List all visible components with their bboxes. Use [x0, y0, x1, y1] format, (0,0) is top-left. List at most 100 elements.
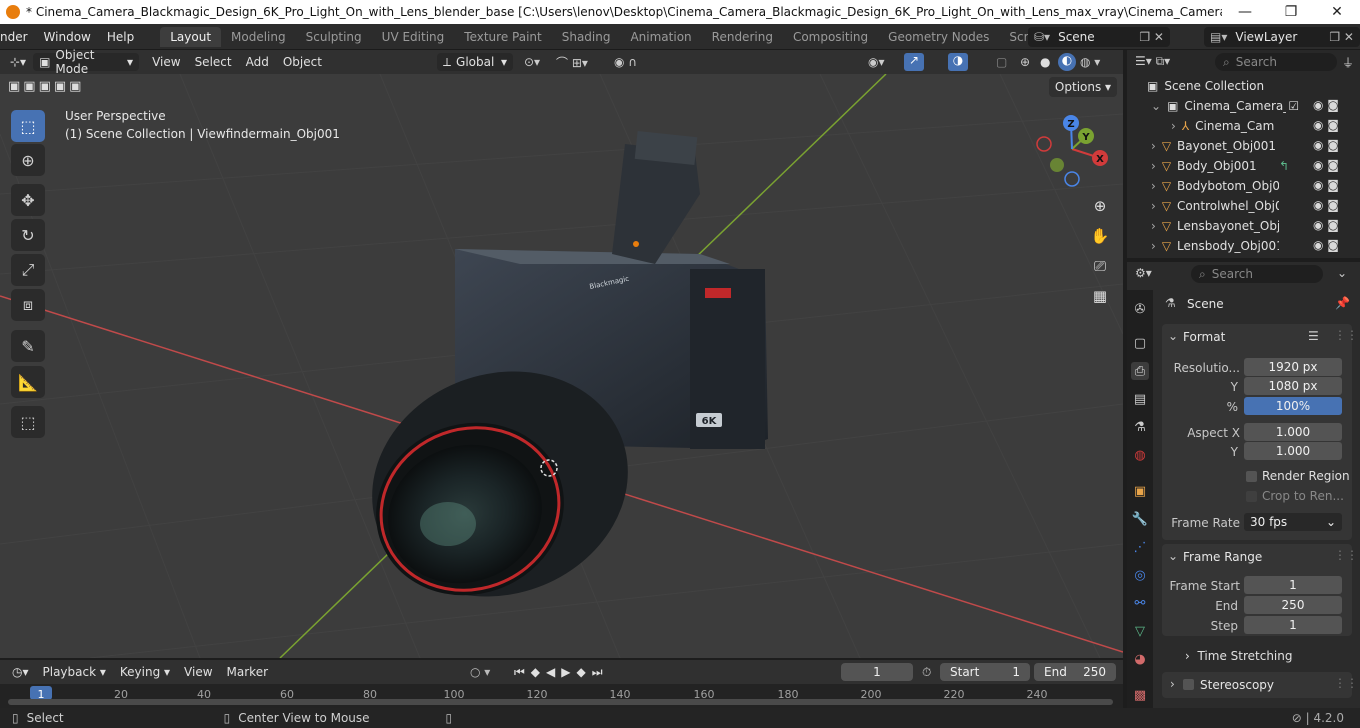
constraints-tab-icon[interactable]: ⚯ [1131, 594, 1149, 612]
close-button[interactable]: ✕ [1314, 4, 1360, 20]
chevron-right-icon[interactable]: › [1151, 139, 1156, 153]
chevron-down-icon[interactable]: ⌄ [1168, 549, 1178, 563]
frame-rate-dropdown[interactable]: 30 fps ⌄ [1244, 513, 1342, 531]
menu-help[interactable]: Help [99, 30, 142, 44]
aspect-y-field[interactable]: 1.000 [1244, 442, 1342, 460]
frame-start-field[interactable]: 1 [1244, 576, 1342, 594]
view-menu[interactable]: View [145, 55, 187, 69]
tab-modeling[interactable]: Modeling [221, 27, 296, 47]
material-tab-icon[interactable]: ◕ [1131, 650, 1149, 668]
outliner-root[interactable]: ▣ Scene Collection [1127, 76, 1360, 96]
material-shading-icon[interactable]: ◐ [1058, 53, 1076, 71]
minimize-button[interactable]: — [1222, 4, 1268, 20]
proportional-edit-icon[interactable]: ◉ ∩ [614, 55, 637, 69]
scene-selector[interactable]: ⛁▾ Scene ❐ ✕ [1028, 27, 1170, 47]
stereoscopy-panel[interactable]: › Stereoscopy ⋮⋮ [1162, 672, 1358, 698]
tab-geometry-nodes[interactable]: Geometry Nodes [878, 27, 999, 47]
3d-viewport[interactable]: 6K Blackmagic X Y Z ▣▣▣▣▣ Options ▾ User… [0, 74, 1123, 658]
maximize-button[interactable]: ❐ [1268, 4, 1314, 20]
camera-view-icon[interactable]: ⎚ [1086, 252, 1114, 280]
pan-hand-icon[interactable]: ✋ [1086, 222, 1114, 250]
visibility-icon[interactable]: ◉▾ [868, 55, 885, 69]
options-dropdown[interactable]: Options ▾ [1049, 77, 1117, 97]
rotate-tool[interactable]: ↻ [11, 219, 45, 251]
editor-type-icon[interactable]: ⊹▾ [0, 55, 33, 69]
modifier-tab-icon[interactable]: 🔧 [1131, 510, 1149, 528]
annotate-tool[interactable]: ✎ [11, 330, 45, 362]
new-scene-icon[interactable]: ❐ ✕ [1139, 30, 1164, 44]
orientation-dropdown[interactable]: ⟂ Global ▾ [437, 53, 513, 71]
keying-menu[interactable]: Keying ▾ [113, 665, 177, 679]
select-menu[interactable]: Select [188, 55, 239, 69]
resolution-y-field[interactable]: 1080 px [1244, 377, 1342, 395]
select-mode-icons[interactable]: ▣▣▣▣▣ [8, 79, 84, 94]
drag-handle-icon[interactable]: ⋮⋮ [1334, 328, 1358, 342]
eye-icon[interactable]: ◉ ◙ [1313, 158, 1339, 172]
eye-icon[interactable]: ◉ ◙ [1313, 98, 1339, 112]
auto-key-icon[interactable]: ○ ▾ [470, 665, 490, 679]
timeline-ruler[interactable]: 1 20 40 60 80 100 120 140 160 180 200 22… [0, 684, 1123, 708]
zoom-icon[interactable]: ⊕ [1086, 192, 1114, 220]
drag-handle-icon[interactable]: ⋮⋮ [1334, 548, 1358, 562]
mode-dropdown[interactable]: ▣ Object Mode ▾ [33, 48, 140, 76]
physics-tab-icon[interactable]: ◎ [1131, 566, 1149, 584]
resolution-x-field[interactable]: 1920 px [1244, 358, 1342, 376]
tab-rendering[interactable]: Rendering [702, 27, 783, 47]
overlay-toggle-icon[interactable]: ◑ [948, 53, 968, 71]
tab-animation[interactable]: Animation [620, 27, 701, 47]
crop-checkbox[interactable] [1246, 491, 1257, 502]
menu-file[interactable]: nder [0, 30, 36, 44]
scene-tab-icon[interactable]: ⚗ [1131, 418, 1149, 436]
particles-tab-icon[interactable]: ⋰ [1131, 538, 1149, 556]
measure-tool[interactable]: 📐 [11, 366, 45, 398]
eye-icon[interactable]: ◉ ◙ [1313, 118, 1339, 132]
properties-editor-icon[interactable]: ⚙▾ [1135, 266, 1152, 280]
frame-end-field[interactable]: 250 [1244, 596, 1342, 614]
tab-sculpting[interactable]: Sculpting [296, 27, 372, 47]
tab-compositing[interactable]: Compositing [783, 27, 878, 47]
timeline-editor-icon[interactable]: ◷▾ [0, 665, 36, 679]
perspective-grid-icon[interactable]: ▦ [1086, 282, 1114, 310]
chevron-down-icon[interactable]: ⌄ [1337, 266, 1347, 280]
object-tab-icon[interactable]: ▣ [1131, 482, 1149, 500]
tab-texture-paint[interactable]: Texture Paint [454, 27, 551, 47]
chevron-right-icon[interactable]: › [1151, 199, 1156, 213]
eye-icon[interactable]: ◉ ◙ [1313, 198, 1339, 212]
output-tab-icon[interactable]: ⎙ [1131, 362, 1149, 380]
xray-icon[interactable]: ▢ [996, 55, 1007, 69]
chevron-down-icon[interactable]: ⌄ [1151, 99, 1161, 113]
stereoscopy-checkbox[interactable] [1183, 679, 1194, 690]
resolution-percent-field[interactable]: 100% [1244, 397, 1342, 415]
start-frame-field[interactable]: Start 1 [940, 663, 1030, 681]
add-menu[interactable]: Add [239, 55, 276, 69]
properties-search-input[interactable]: ⌕ Search [1191, 265, 1323, 283]
pin-icon[interactable]: 📌 [1335, 296, 1350, 310]
checkbox-icon[interactable]: ☑ [1288, 99, 1299, 113]
render-tab-icon[interactable]: ▢ [1131, 334, 1149, 352]
render-region-checkbox[interactable] [1246, 471, 1257, 482]
tab-shading[interactable]: Shading [552, 27, 621, 47]
tab-layout[interactable]: Layout [160, 26, 222, 47]
outliner-search-input[interactable]: ⌕ Search [1215, 53, 1337, 71]
wireframe-shading-icon[interactable]: ⊕ [1020, 55, 1030, 69]
playback-controls-icons[interactable]: ⏮◆◀▶◆⏭ [514, 665, 609, 680]
timeline-view-menu[interactable]: View [177, 665, 219, 679]
menu-window[interactable]: Window [36, 30, 99, 44]
eye-icon[interactable]: ◉ ◙ [1313, 218, 1339, 232]
data-tab-icon[interactable]: ▽ [1131, 622, 1149, 640]
chevron-right-icon[interactable]: › [1151, 179, 1156, 193]
scale-tool[interactable]: ⤢ [11, 254, 45, 286]
aspect-x-field[interactable]: 1.000 [1244, 423, 1342, 441]
add-cube-tool[interactable]: ⬚ [11, 406, 45, 438]
chevron-down-icon[interactable]: ⌄ [1168, 329, 1178, 343]
marker-menu[interactable]: Marker [220, 665, 275, 679]
tool-tab-icon[interactable]: ✇ [1131, 300, 1149, 318]
cursor-tool[interactable]: ⊕ [11, 144, 45, 176]
transform-tool[interactable]: ⧈ [11, 289, 45, 321]
eye-icon[interactable]: ◉ ◙ [1313, 238, 1339, 252]
frame-step-field[interactable]: 1 [1244, 616, 1342, 634]
end-frame-field[interactable]: End 250 [1034, 663, 1116, 681]
move-tool[interactable]: ✥ [11, 184, 45, 216]
playback-menu[interactable]: Playback ▾ [36, 665, 113, 679]
chevron-right-icon[interactable]: › [1151, 159, 1156, 173]
